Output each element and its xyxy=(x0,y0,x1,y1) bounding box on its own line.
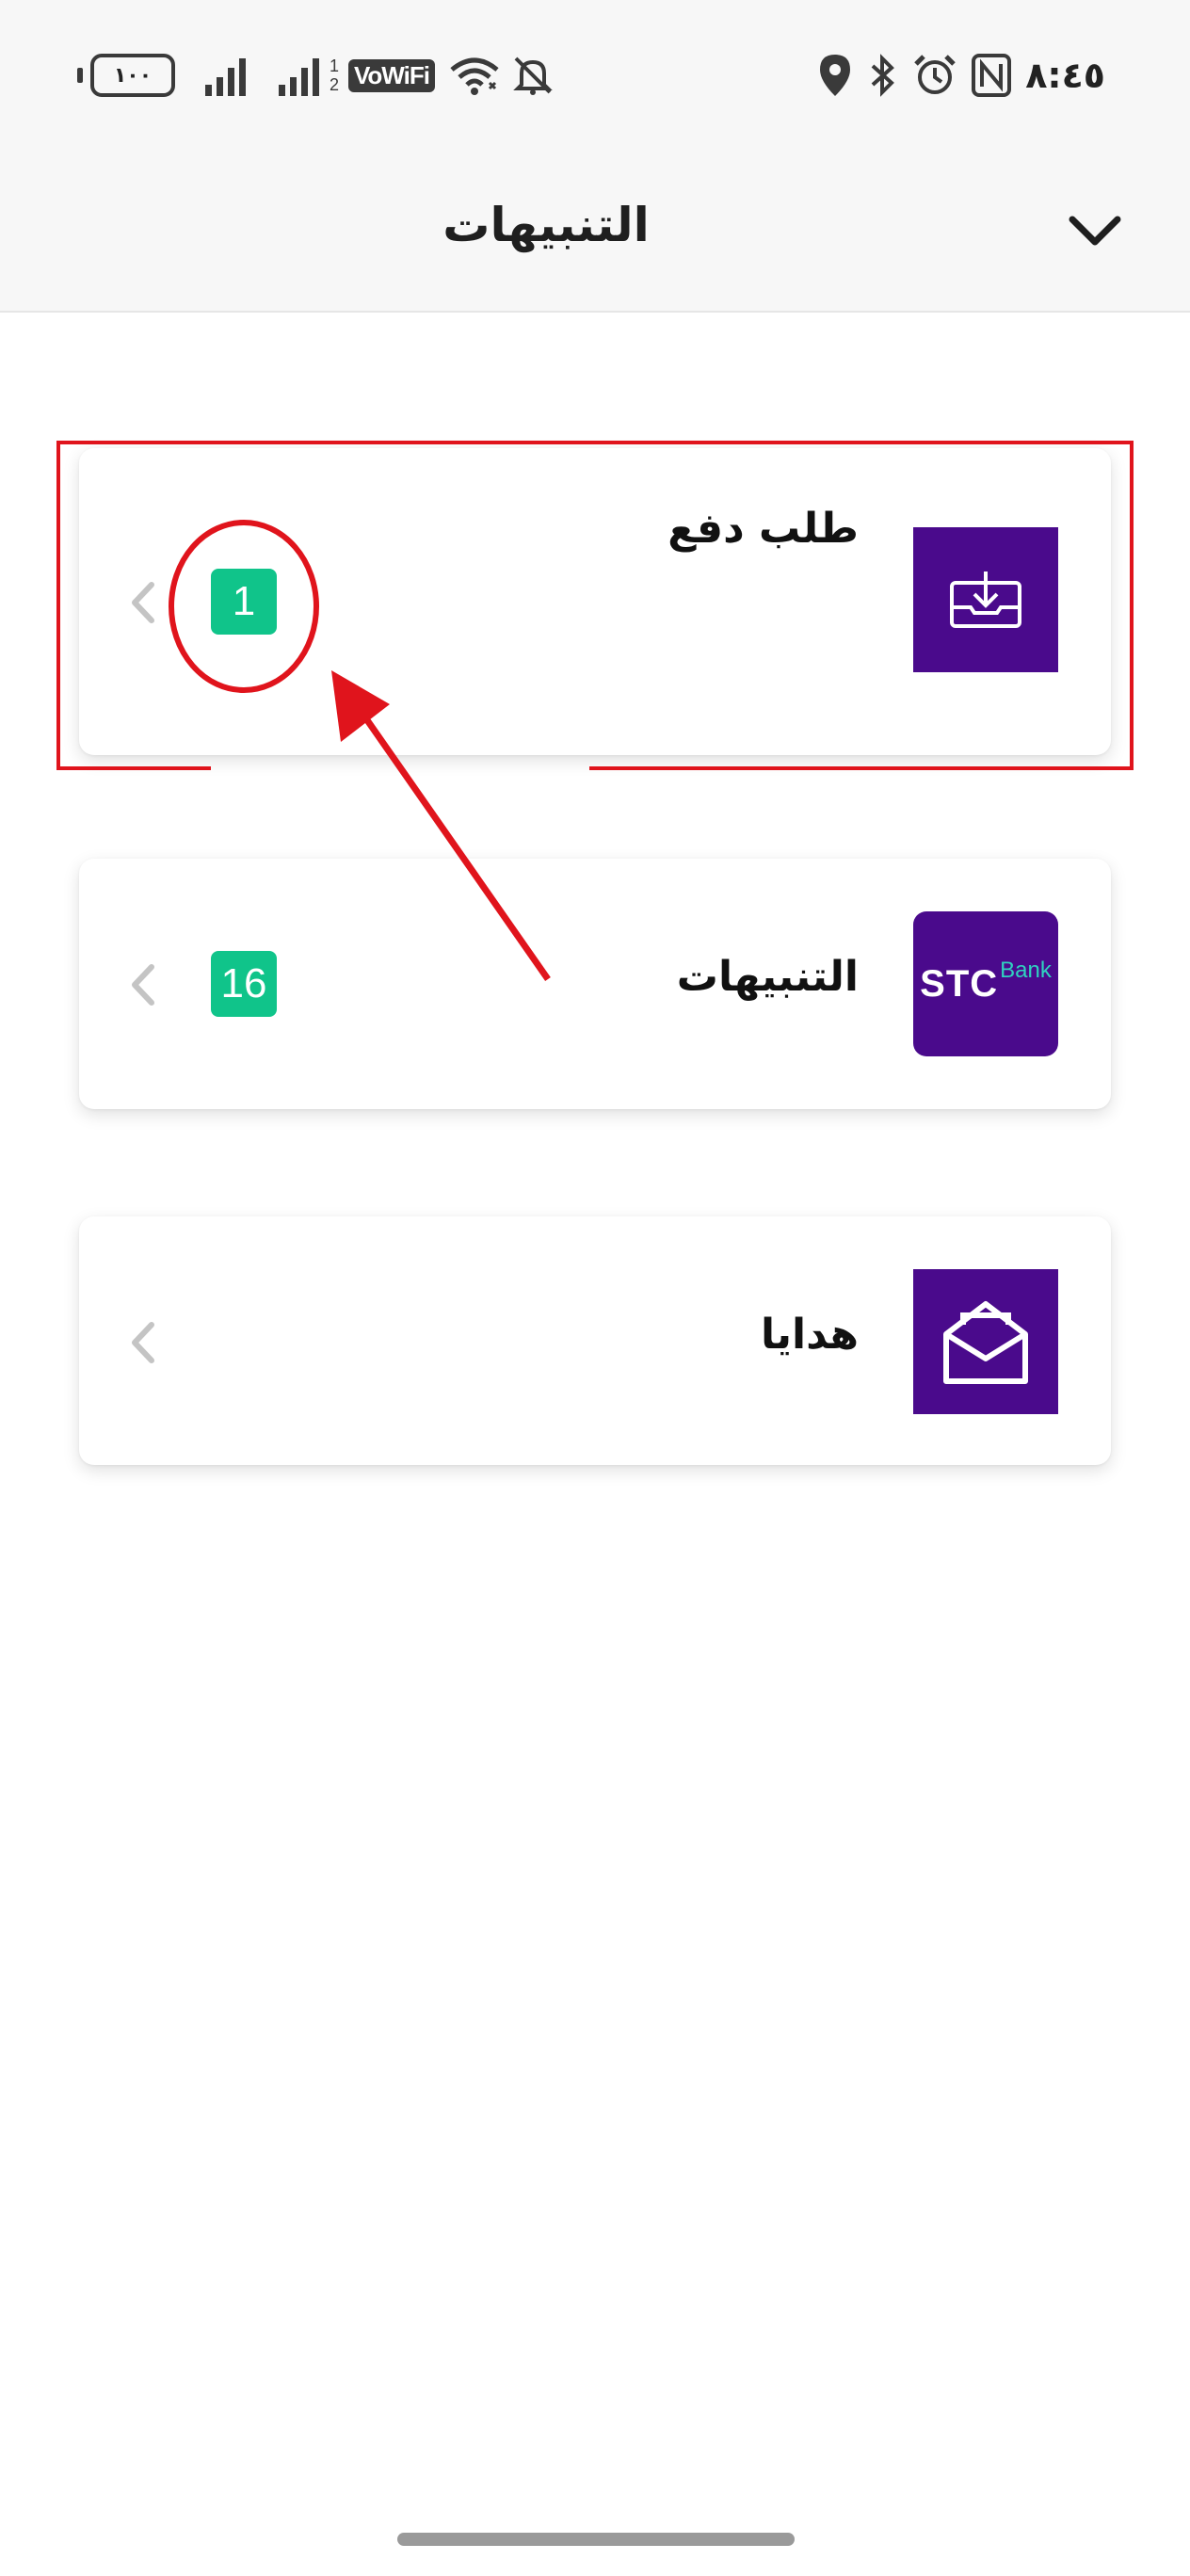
signal-icon xyxy=(203,55,254,96)
clock-time: ٨:٤٥ xyxy=(1025,55,1105,96)
bluetooth-icon xyxy=(867,53,899,98)
battery-level: ١٠٠ xyxy=(90,54,175,97)
location-icon xyxy=(816,53,854,98)
chevron-down-icon xyxy=(1069,216,1121,246)
page-title: التنبيهات xyxy=(442,198,650,252)
vowifi-icon: VoWiFi xyxy=(348,58,435,92)
card-label: هدايا xyxy=(760,1311,859,1359)
unread-count-badge: 16 xyxy=(211,951,277,1017)
status-bar: ١٠٠ 1 2 VoWiFi ٨:٤٥ xyxy=(0,0,1190,151)
wifi-icon xyxy=(448,55,501,96)
chevron-left-icon xyxy=(122,574,164,631)
chevron-left-icon xyxy=(122,1314,164,1371)
notification-card-alerts[interactable]: STC Bank التنبيهات 16 xyxy=(79,859,1111,1109)
battery-icon: ١٠٠ xyxy=(77,54,175,97)
envelope-open-icon xyxy=(913,1269,1058,1414)
logo-text: STC xyxy=(920,962,999,1005)
home-indicator[interactable] xyxy=(397,2533,795,2546)
notification-card-payment-request[interactable]: طلب دفع 1 xyxy=(79,448,1111,755)
alarm-icon xyxy=(912,53,957,98)
unread-count-badge: 1 xyxy=(211,569,277,635)
card-label: طلب دفع xyxy=(667,505,859,553)
stc-bank-logo: STC Bank xyxy=(913,911,1058,1056)
status-bar-left: ١٠٠ 1 2 VoWiFi xyxy=(77,45,555,105)
card-label: التنبيهات xyxy=(676,953,859,1001)
bell-off-icon xyxy=(510,53,555,98)
app-header: التنبيهات xyxy=(0,151,1190,313)
sim-indicator-top: 1 xyxy=(330,56,340,75)
collapse-button[interactable] xyxy=(1062,198,1128,264)
signal-icon: 1 2 xyxy=(277,55,339,96)
status-bar-right: ٨:٤٥ xyxy=(816,45,1105,105)
download-tray-icon xyxy=(913,527,1058,672)
logo-subtext: Bank xyxy=(1000,958,1052,983)
sim-indicator-bottom: 2 xyxy=(330,75,340,94)
notification-card-gifts[interactable]: هدايا xyxy=(79,1216,1111,1465)
chevron-left-icon xyxy=(122,957,164,1013)
notifications-screen: ١٠٠ 1 2 VoWiFi ٨:٤٥ التنبيهات طلب دفع 1 … xyxy=(0,0,1190,2576)
nfc-icon xyxy=(971,53,1012,98)
